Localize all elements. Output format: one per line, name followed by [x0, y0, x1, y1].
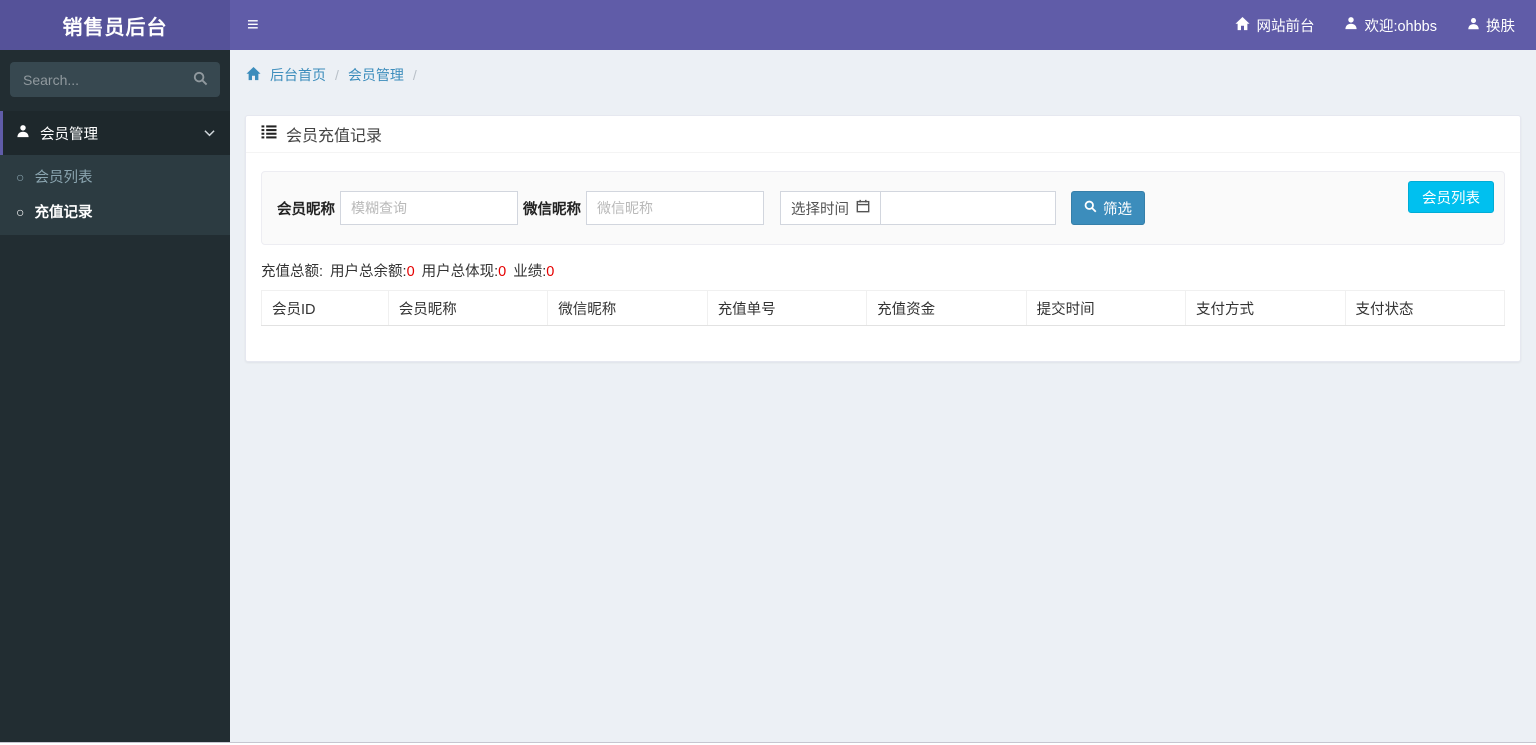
- wechat-nick-label: 微信昵称: [523, 201, 581, 218]
- table-header-row: 会员ID 会员昵称 微信昵称 充值单号 充值资金 提交时间 支付方式 支付状态: [261, 290, 1505, 326]
- navbar: ≡ 网站前台 欢迎:ohbbs 换肤: [230, 0, 1536, 50]
- home-icon: [1235, 16, 1250, 35]
- breadcrumb-separator: /: [412, 67, 417, 83]
- panel-header: 会员充值记录: [246, 116, 1520, 153]
- stat-value: 0: [546, 264, 555, 280]
- stats-summary: 充值总额: 用户总余额:0 用户总体现:0 业绩:0: [261, 260, 1505, 281]
- breadcrumb-separator: /: [335, 67, 339, 83]
- main-layout: 会员管理 ○ 会员列表 ○ 充值记录: [0, 50, 1536, 742]
- stat-performance: 业绩:0: [513, 264, 555, 280]
- time-select-label: 选择时间: [791, 201, 849, 218]
- stat-total-recharge: 充值总额:: [261, 264, 324, 280]
- sidebar: 会员管理 ○ 会员列表 ○ 充值记录: [0, 50, 230, 742]
- filter-button[interactable]: 筛选: [1071, 191, 1145, 225]
- sidebar-item-member-list[interactable]: ○ 会员列表: [0, 159, 230, 194]
- sidebar-item-member-management[interactable]: 会员管理: [0, 111, 230, 155]
- circle-icon: ○: [16, 168, 25, 185]
- column-header-amount: 充值资金: [866, 290, 1027, 326]
- filter-button-label: 筛选: [1103, 201, 1132, 218]
- recharge-records-table: 会员ID 会员昵称 微信昵称 充值单号 充值资金 提交时间 支付方式 支付状态: [261, 290, 1505, 326]
- breadcrumb-section-link[interactable]: 会员管理: [348, 65, 404, 85]
- user-icon: [1344, 16, 1358, 34]
- stat-value: 0: [498, 264, 507, 280]
- sidebar-submenu: ○ 会员列表 ○ 充值记录: [0, 155, 230, 235]
- hamburger-icon: ≡: [247, 14, 259, 36]
- column-header-pay-status: 支付状态: [1344, 290, 1505, 326]
- menu-label: 会员管理: [40, 126, 98, 143]
- member-nick-label: 会员昵称: [277, 201, 335, 218]
- change-skin-button[interactable]: 换肤: [1452, 0, 1530, 50]
- user-welcome[interactable]: 欢迎:ohbbs: [1329, 0, 1452, 50]
- column-header-member-nick: 会员昵称: [387, 290, 549, 326]
- recharge-records-panel: 会员充值记录 会员昵称 微信昵称 选择时间: [245, 115, 1521, 362]
- column-header-submit-time: 提交时间: [1025, 290, 1187, 326]
- submenu-label: 会员列表: [34, 170, 93, 186]
- circle-icon: ○: [16, 203, 25, 220]
- chevron-down-icon: [204, 125, 215, 141]
- column-header-member-id: 会员ID: [261, 290, 389, 326]
- calendar-icon: [856, 199, 870, 217]
- search-input[interactable]: [10, 62, 180, 97]
- breadcrumb-home-link[interactable]: 后台首页: [270, 65, 326, 85]
- change-skin-label: 换肤: [1486, 18, 1515, 35]
- breadcrumb: 后台首页 / 会员管理 /: [230, 50, 1536, 85]
- search-button[interactable]: [180, 62, 220, 97]
- sidebar-toggle-button[interactable]: ≡: [230, 0, 276, 50]
- site-front-link[interactable]: 网站前台: [1220, 0, 1329, 50]
- column-header-pay-method: 支付方式: [1185, 290, 1346, 326]
- navbar-right: 网站前台 欢迎:ohbbs 换肤: [1220, 0, 1530, 50]
- member-icon: [16, 124, 30, 142]
- search-icon: [1084, 200, 1097, 217]
- list-icon: [261, 124, 277, 144]
- submenu-label: 充值记录: [34, 205, 93, 221]
- time-select-group: 选择时间: [780, 191, 1056, 225]
- column-header-wechat-nick: 微信昵称: [547, 290, 708, 326]
- welcome-label: 欢迎:ohbbs: [1364, 18, 1437, 35]
- stat-total-balance: 用户总余额:0: [330, 264, 415, 280]
- top-bar: 销售员后台 ≡ 网站前台 欢迎:ohbbs 换肤: [0, 0, 1536, 50]
- site-front-label: 网站前台: [1256, 18, 1315, 35]
- member-list-button[interactable]: 会员列表: [1408, 181, 1494, 213]
- time-range-input[interactable]: [880, 191, 1056, 225]
- skin-user-icon: [1467, 17, 1480, 34]
- stat-total-withdraw: 用户总体现:0: [421, 264, 507, 280]
- search-icon: [193, 71, 208, 89]
- breadcrumb-home-icon: [246, 66, 261, 84]
- panel-title: 会员充值记录: [286, 128, 383, 145]
- sidebar-search: [10, 62, 220, 97]
- stat-value: 0: [406, 264, 415, 280]
- time-select-addon: 选择时间: [780, 191, 881, 225]
- filter-bar: 会员昵称 微信昵称 选择时间: [261, 171, 1505, 245]
- app-logo[interactable]: 销售员后台: [0, 0, 230, 50]
- wechat-nick-input[interactable]: [586, 191, 764, 225]
- sidebar-item-recharge-records[interactable]: ○ 充值记录: [0, 194, 230, 229]
- column-header-order-no: 充值单号: [706, 290, 868, 326]
- member-nick-input[interactable]: [340, 191, 518, 225]
- content-area: 后台首页 / 会员管理 / 会员充值记录 会员昵称 模糊查询 微信昵称 微信昵称…: [230, 50, 1536, 742]
- app-window: 销售员后台 ≡ 网站前台 欢迎:ohbbs 换肤 Search... 会员管理 …: [0, 0, 1536, 743]
